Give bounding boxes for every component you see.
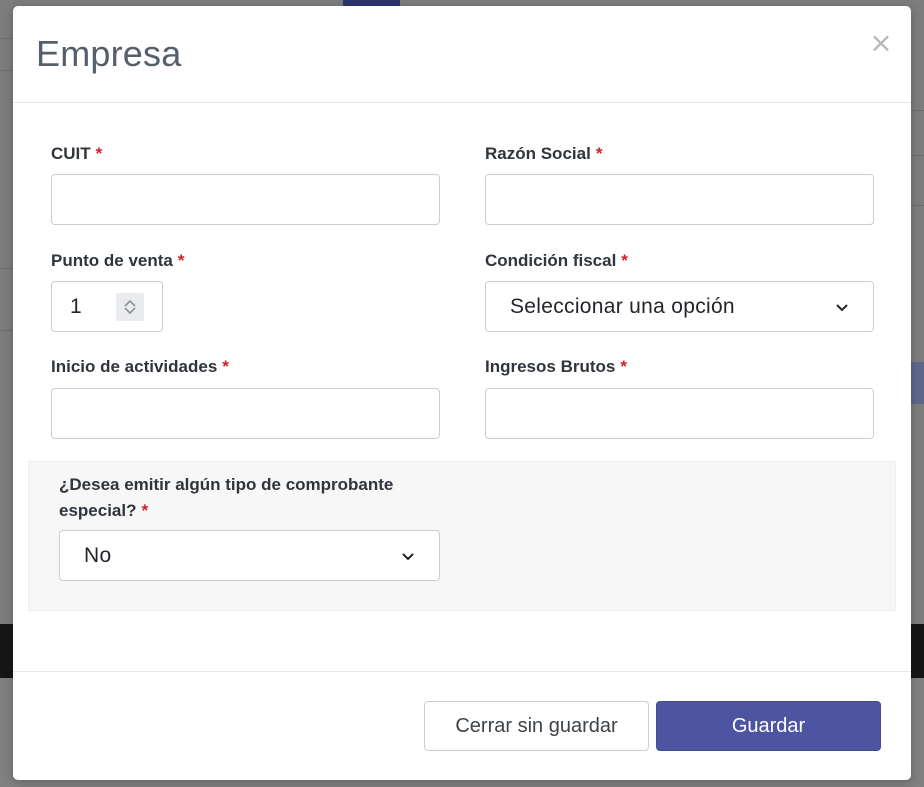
required-marker: * (95, 144, 103, 163)
required-marker: * (595, 144, 603, 163)
save-button[interactable]: Guardar (656, 701, 881, 751)
razon-social-label: Razón Social * (485, 144, 602, 164)
cuit-label-text: CUIT (51, 144, 91, 163)
background-divider (911, 155, 924, 156)
cuit-label: CUIT * (51, 144, 102, 164)
inicio-actividades-input[interactable] (51, 388, 440, 439)
punto-venta-label: Punto de venta * (51, 251, 184, 271)
background-divider (0, 38, 13, 39)
required-marker: * (141, 501, 149, 520)
razon-social-label-text: Razón Social (485, 144, 591, 163)
ingresos-brutos-label-text: Ingresos Brutos (485, 357, 616, 376)
ingresos-brutos-input[interactable] (485, 388, 874, 439)
close-icon: × (869, 26, 893, 59)
modal-title: Empresa (36, 33, 182, 74)
punto-venta-input[interactable]: 1 (51, 281, 163, 332)
punto-venta-label-text: Punto de venta (51, 251, 173, 270)
chevron-down-icon (836, 303, 848, 311)
background-button (910, 362, 924, 404)
razon-social-input[interactable] (485, 174, 874, 225)
ingresos-brutos-label: Ingresos Brutos * (485, 357, 627, 377)
comprobante-especial-label-text: ¿Desea emitir algún tipo de comprobante … (59, 475, 394, 520)
condicion-fiscal-label-text: Condición fiscal (485, 251, 617, 270)
inicio-actividades-label-text: Inicio de actividades (51, 357, 218, 376)
required-marker: * (177, 251, 185, 270)
condicion-fiscal-select[interactable]: Seleccionar una opción (485, 281, 874, 332)
cuit-input[interactable] (51, 174, 440, 225)
chevron-down-icon[interactable] (124, 307, 136, 315)
background-divider (0, 268, 13, 269)
background-divider (0, 70, 13, 71)
modal-footer: Cerrar sin guardar Guardar (13, 671, 911, 780)
punto-venta-value: 1 (70, 294, 82, 318)
chevron-down-icon (402, 552, 414, 560)
background-divider (911, 110, 924, 111)
cancel-button[interactable]: Cerrar sin guardar (424, 701, 649, 751)
required-marker: * (222, 357, 229, 376)
required-marker: * (620, 357, 627, 376)
condicion-fiscal-selected: Seleccionar una opción (510, 294, 735, 318)
number-spinner[interactable] (116, 293, 144, 321)
condicion-fiscal-label: Condición fiscal * (485, 251, 628, 271)
comprobante-especial-panel: ¿Desea emitir algún tipo de comprobante … (28, 461, 896, 611)
required-marker: * (621, 251, 628, 270)
chevron-up-icon[interactable] (124, 299, 136, 307)
comprobante-especial-label: ¿Desea emitir algún tipo de comprobante … (59, 472, 429, 524)
background-divider (0, 330, 13, 331)
inicio-actividades-label: Inicio de actividades * (51, 357, 229, 377)
background-divider (911, 205, 924, 206)
comprobante-especial-select[interactable]: No (59, 530, 440, 581)
modal-header: Empresa × (13, 6, 911, 103)
empresa-modal: Empresa × CUIT * Razón Social * Punto de v… (13, 6, 911, 780)
comprobante-especial-selected: No (84, 543, 112, 567)
close-button[interactable]: × (866, 26, 896, 60)
